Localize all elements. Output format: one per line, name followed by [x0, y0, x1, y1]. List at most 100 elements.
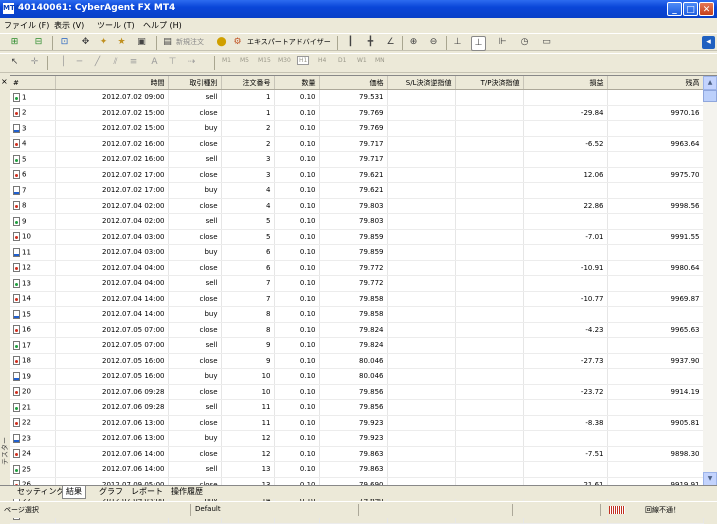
arrows-icon[interactable]: ⇢	[185, 56, 198, 69]
scroll-down-icon[interactable]: ▼	[703, 472, 717, 486]
table-row[interactable]: 20 2012.07.06 09:28 close 10 0.10 79.856 -23.7…	[10, 384, 704, 400]
table-row[interactable]: 1 2012.07.02 09:00 sell 1 0.10 79.531	[10, 89, 704, 106]
col-header-price[interactable]: 価格	[319, 76, 388, 90]
timeframe-m5[interactable]: M5	[240, 57, 249, 64]
col-header-order[interactable]: 注文番号	[221, 76, 275, 90]
table-row[interactable]: 22 2012.07.06 13:00 close 11 0.10 79.923 -8.38…	[10, 415, 704, 431]
help-icon[interactable]: ◂	[702, 36, 715, 49]
indicators-icon[interactable]: ⊩	[496, 36, 509, 49]
table-row[interactable]: 6 2012.07.02 17:00 close 3 0.10 79.621 12.06 99…	[10, 167, 704, 183]
table-row[interactable]: 16 2012.07.05 07:00 close 8 0.10 79.824 -4.23 9…	[10, 322, 704, 338]
cell-order: 9	[221, 337, 275, 354]
table-row[interactable]: 13 2012.07.04 04:00 sell 7 0.10 79.772	[10, 275, 704, 292]
new-chart-icon[interactable]: ⊞	[8, 36, 21, 49]
menu-tools[interactable]: ツール (T)	[97, 20, 135, 31]
close-panel-icon[interactable]: ×	[1, 77, 8, 86]
menu-help[interactable]: ヘルプ (H)	[143, 20, 182, 31]
table-row[interactable]: 19 2012.07.05 16:00 buy 10 0.10 80.046	[10, 368, 704, 385]
timeframe-m15[interactable]: M15	[258, 57, 271, 64]
col-header-tp[interactable]: T/P決済指値	[455, 76, 524, 90]
timeframe-d1[interactable]: D1	[338, 57, 346, 64]
table-row[interactable]: 15 2012.07.04 14:00 buy 8 0.10 79.858	[10, 306, 704, 323]
col-header-balance[interactable]: 残高	[607, 76, 704, 90]
vertical-scrollbar[interactable]: ▲ ▼	[703, 76, 717, 486]
table-row[interactable]: 5 2012.07.02 16:00 sell 3 0.10 79.717	[10, 151, 704, 168]
tab-results[interactable]: 結果	[62, 486, 86, 499]
cell-bal: 9914.19	[607, 384, 704, 400]
text-icon[interactable]: A	[148, 56, 161, 69]
tab-journal[interactable]: 操作履歴	[168, 486, 206, 498]
tab-graph[interactable]: グラフ	[96, 486, 126, 498]
col-header-profit[interactable]: 損益	[523, 76, 608, 90]
line-chart-icon[interactable]: ∠	[384, 36, 397, 49]
expert-icon[interactable]: ⬤	[215, 36, 228, 49]
col-header-time[interactable]: 時間	[55, 76, 169, 90]
templates-icon[interactable]: ▭	[540, 36, 553, 49]
separator	[214, 56, 215, 70]
table-row[interactable]: 3 2012.07.02 15:00 buy 2 0.10 79.769	[10, 120, 704, 137]
table-row[interactable]: 2 2012.07.02 15:00 close 1 0.10 79.769 -29.84 9…	[10, 105, 704, 121]
scroll-up-icon[interactable]: ▲	[703, 76, 717, 90]
terminal-icon[interactable]: ★	[115, 36, 128, 49]
table-row[interactable]: 10 2012.07.04 03:00 close 5 0.10 79.859 -7.01 9…	[10, 229, 704, 245]
new-order-button[interactable]: 新規注文	[176, 37, 204, 47]
timeframe-m30[interactable]: M30	[278, 57, 291, 64]
tester-icon[interactable]: ▣	[135, 36, 148, 49]
new-order-icon[interactable]: ▤	[161, 36, 174, 49]
col-header-sl[interactable]: S/L決済逆指値	[387, 76, 456, 90]
table-row[interactable]: 24 2012.07.06 14:00 close 12 0.10 79.863 -7.51…	[10, 446, 704, 462]
market-watch-icon[interactable]: ⊡	[58, 36, 71, 49]
vertical-line-icon[interactable]: │	[57, 56, 70, 69]
table-row[interactable]: 25 2012.07.06 14:00 sell 13 0.10 79.863	[10, 461, 704, 478]
table-row[interactable]: 14 2012.07.04 14:00 close 7 0.10 79.858 -10.77…	[10, 291, 704, 307]
table-row[interactable]: 21 2012.07.06 09:28 sell 11 0.10 79.856	[10, 399, 704, 416]
periodicity-icon[interactable]: ◷	[518, 36, 531, 49]
label-icon[interactable]: ⊤	[166, 56, 179, 69]
zoom-out-icon[interactable]: ⊖	[427, 36, 440, 49]
horizontal-line-icon[interactable]: ─	[73, 56, 86, 69]
menu-file[interactable]: ファイル (F)	[4, 20, 49, 31]
bar-chart-icon[interactable]: ┃	[344, 36, 357, 49]
zoom-in-icon[interactable]: ⊕	[407, 36, 420, 49]
cell-time: 2012.07.04 04:00	[55, 275, 169, 292]
auto-scroll-icon[interactable]: ⊥	[471, 36, 486, 51]
timeframe-m1[interactable]: M1	[222, 57, 231, 64]
table-row[interactable]: 9 2012.07.04 02:00 sell 5 0.10 79.803	[10, 213, 704, 230]
tab-report[interactable]: レポート	[128, 486, 166, 498]
minimize-button[interactable]: _	[667, 2, 682, 16]
cell-tp	[455, 337, 524, 354]
expert-advisor-button[interactable]: エキスパートアドバイザー	[247, 37, 331, 47]
table-row[interactable]: 4 2012.07.02 16:00 close 2 0.10 79.717 -6.52 99…	[10, 136, 704, 152]
timeframe-w1[interactable]: W1	[357, 57, 367, 64]
cell-sl	[387, 275, 456, 292]
table-row[interactable]: 18 2012.07.05 16:00 close 9 0.10 80.046 -27.73…	[10, 353, 704, 369]
menu-view[interactable]: 表示 (V)	[54, 20, 84, 31]
expert-advisor-icon[interactable]: ⚙	[231, 36, 244, 49]
table-row[interactable]: 11 2012.07.04 03:00 buy 6 0.10 79.859	[10, 244, 704, 261]
timeframe-mn[interactable]: MN	[375, 57, 385, 64]
fibonacci-icon[interactable]: ≡	[127, 56, 140, 69]
navigator-icon[interactable]: ✦	[97, 36, 110, 49]
close-button[interactable]: ✕	[699, 2, 714, 16]
maximize-button[interactable]: □	[683, 2, 698, 16]
scroll-thumb[interactable]	[703, 90, 717, 102]
candlestick-icon[interactable]: ╋	[364, 36, 377, 49]
profiles-icon[interactable]: ⊟	[32, 36, 45, 49]
table-row[interactable]: 8 2012.07.04 02:00 close 4 0.10 79.803 22.86 99…	[10, 198, 704, 214]
table-row[interactable]: 7 2012.07.02 17:00 buy 4 0.10 79.621	[10, 182, 704, 199]
col-header-size[interactable]: 数量	[274, 76, 320, 90]
trendline-icon[interactable]: ╱	[91, 56, 104, 69]
channel-icon[interactable]: ⫽	[109, 56, 122, 69]
table-row[interactable]: 12 2012.07.04 04:00 close 6 0.10 79.772 -10.91…	[10, 260, 704, 276]
chart-shift-icon[interactable]: ⊥	[451, 36, 464, 49]
col-header-num[interactable]: #	[10, 76, 56, 90]
table-row[interactable]: 23 2012.07.06 13:00 buy 12 0.10 79.923	[10, 430, 704, 447]
tab-settings[interactable]: セッティング	[14, 486, 68, 498]
col-header-type[interactable]: 取引種別	[168, 76, 222, 90]
timeframe-h4[interactable]: H4	[318, 57, 326, 64]
table-row[interactable]: 17 2012.07.05 07:00 sell 9 0.10 79.824	[10, 337, 704, 354]
crosshair-icon[interactable]: ✛	[28, 56, 41, 69]
cursor-icon[interactable]: ↖	[8, 56, 21, 69]
timeframe-h1[interactable]: H1	[297, 56, 310, 65]
data-window-icon[interactable]: ✥	[79, 36, 92, 49]
